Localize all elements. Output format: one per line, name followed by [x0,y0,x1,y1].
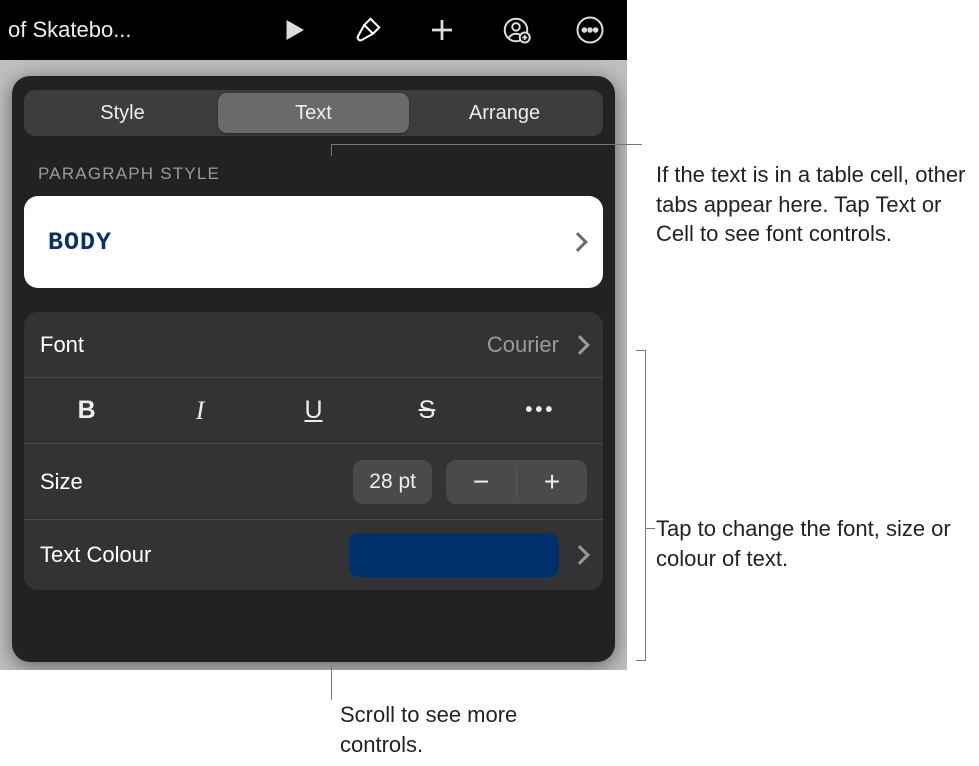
text-colour-swatch[interactable] [349,533,559,577]
strikethrough-button[interactable]: S [370,378,483,443]
play-icon[interactable] [277,13,311,47]
callout-line [331,144,332,156]
callout-bracket [645,528,655,529]
device-frame: of Skatebo... [0,0,627,670]
chevron-right-icon [568,232,588,252]
format-button-row: B I U S ••• [24,378,603,444]
callout-text-options: Tap to change the font, size or colour o… [656,514,976,573]
format-tabs: Style Text Arrange [24,90,603,136]
toolbar-icons [150,13,619,47]
size-stepper: − + [446,460,587,504]
size-decrement-button[interactable]: − [446,460,516,504]
plus-icon[interactable] [425,13,459,47]
bold-button[interactable]: B [30,378,143,443]
text-options-card: Font Courier B I U S ••• Size 28 pt − + [24,312,603,590]
paragraph-style-value: BODY [48,228,112,257]
callout-scroll-hint: Scroll to see more controls. [340,700,590,759]
more-format-button[interactable]: ••• [484,378,597,443]
chevron-right-icon [570,335,590,355]
size-increment-button[interactable]: + [517,460,587,504]
format-brush-icon[interactable] [351,13,385,47]
more-icon[interactable] [573,13,607,47]
paragraph-style-picker[interactable]: BODY [24,196,603,288]
font-label: Font [40,332,487,358]
text-colour-label: Text Colour [40,542,335,568]
size-value[interactable]: 28 pt [353,460,432,504]
font-value: Courier [487,332,559,358]
size-row: Size 28 pt − + [24,444,603,520]
callout-bracket [645,350,646,661]
text-colour-row[interactable]: Text Colour [24,520,603,590]
callout-line [331,667,332,700]
paragraph-style-label: PARAGRAPH STYLE [38,164,603,184]
document-title: of Skatebo... [8,17,132,43]
callout-line [331,144,642,145]
callout-text-tabs: If the text is in a table cell, other ta… [656,160,966,249]
italic-button[interactable]: I [143,378,256,443]
toolbar: of Skatebo... [0,0,627,60]
tab-arrange[interactable]: Arrange [409,93,600,133]
tab-style[interactable]: Style [27,93,218,133]
font-row[interactable]: Font Courier [24,312,603,378]
underline-button[interactable]: U [257,378,370,443]
collaborate-icon[interactable] [499,13,533,47]
size-label: Size [40,469,339,495]
format-popover: Style Text Arrange PARAGRAPH STYLE BODY … [12,76,615,662]
tab-text[interactable]: Text [218,93,409,133]
chevron-right-icon [570,545,590,565]
